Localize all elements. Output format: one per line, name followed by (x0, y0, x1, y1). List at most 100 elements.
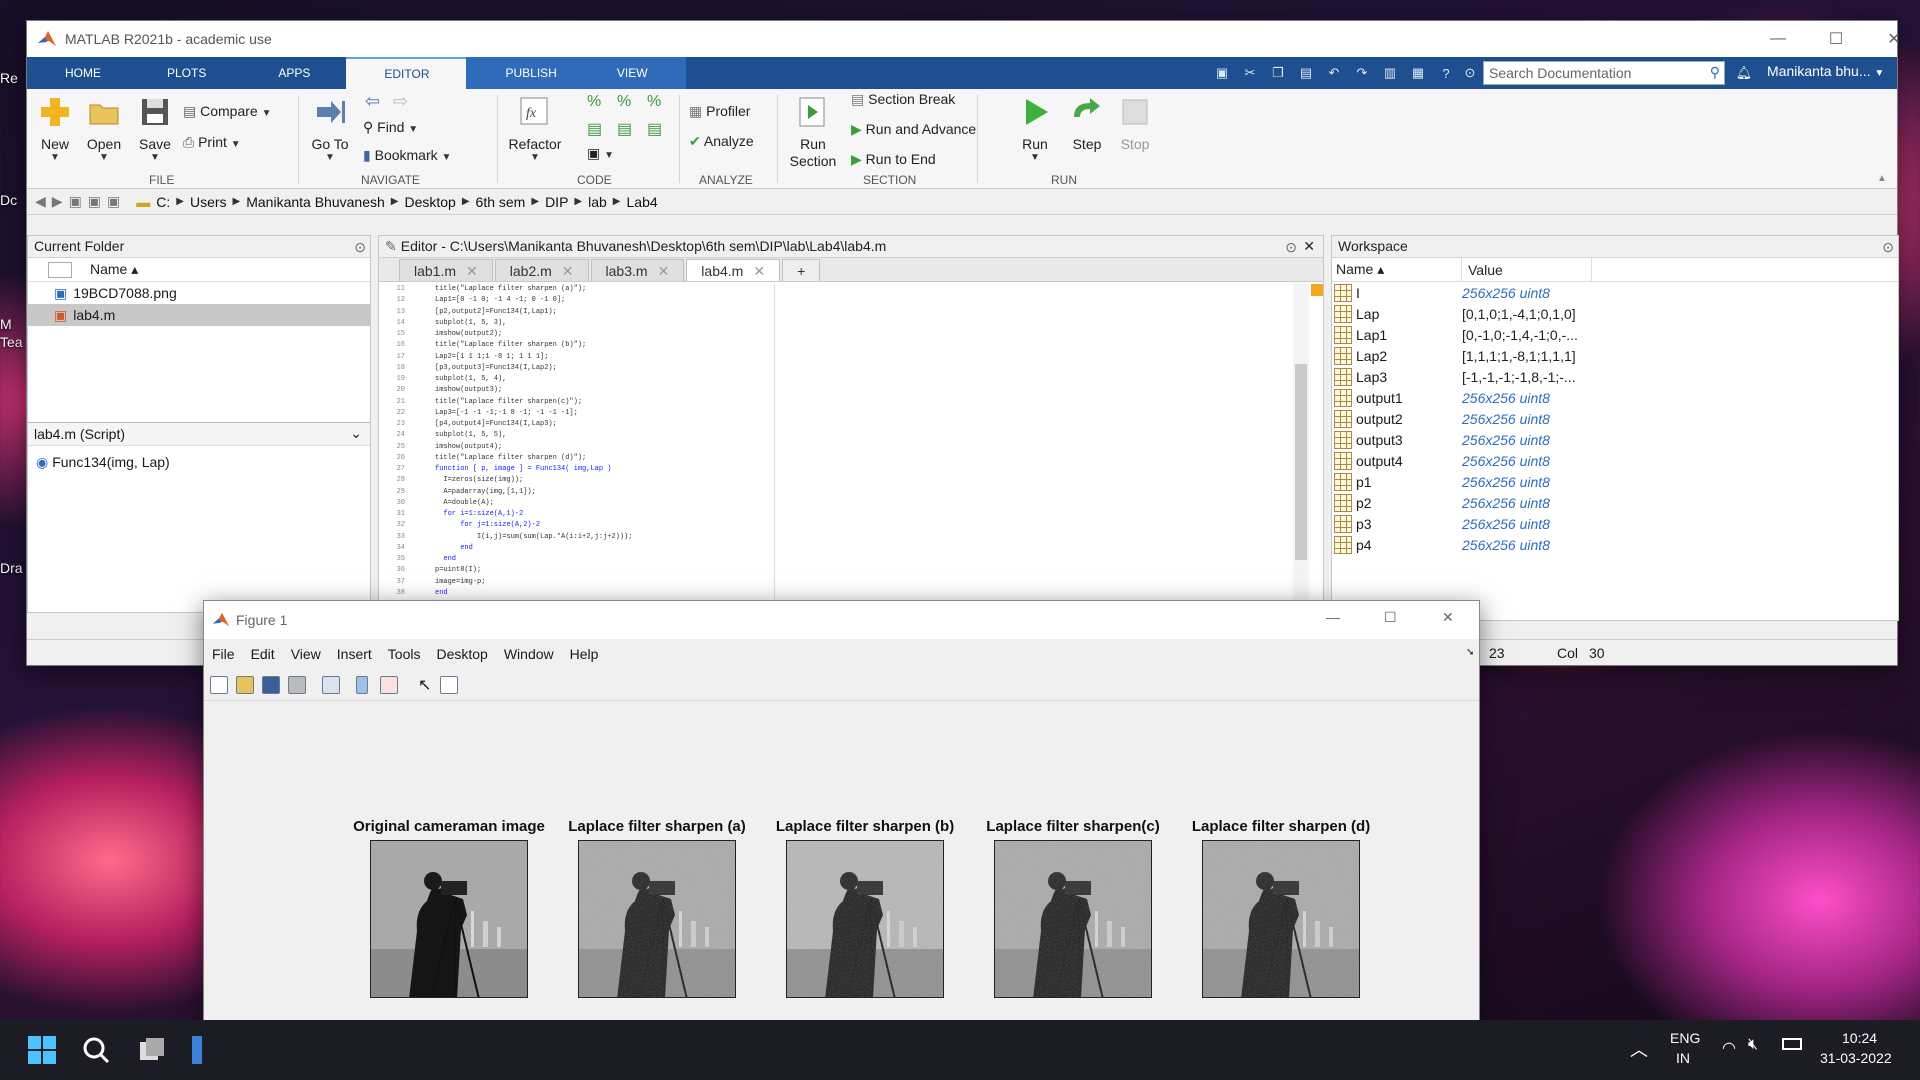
copy-icon[interactable]: ❐ (1267, 62, 1289, 84)
table-row[interactable]: p3 256x256 uint8 (1332, 513, 1898, 534)
code-line[interactable]: imshow(output2); (435, 329, 502, 340)
run-and-advance-button[interactable]: ▶ Run and Advance (851, 121, 976, 138)
run-to-end-button[interactable]: ▶ Run to End (851, 151, 936, 168)
insert-function-icon[interactable]: ▣ ▼ (587, 145, 614, 162)
close-icon[interactable]: ✕ (1303, 238, 1315, 255)
cameraman-image[interactable] (370, 840, 528, 998)
desktop-icon-label[interactable]: M (0, 316, 26, 332)
forward-icon[interactable]: ▶ (52, 193, 63, 210)
list-item-selected[interactable]: ▣ lab4.m (28, 304, 370, 326)
decrease-indent-icon[interactable]: ▤ (617, 119, 632, 139)
save-figure-icon[interactable] (262, 676, 280, 694)
code-line[interactable]: subplot(1, 5, 5), (435, 430, 506, 441)
minimize-button[interactable]: — (1749, 21, 1807, 57)
code-line[interactable]: Lap1=[0 -1 0; -1 4 -1; 0 -1 0]; (435, 295, 565, 306)
line-number[interactable]: 22 (379, 408, 405, 419)
tab-apps[interactable]: APPS (242, 57, 346, 89)
warning-indicator-icon[interactable] (1311, 284, 1323, 296)
menu-insert[interactable]: Insert (337, 646, 372, 662)
profiler-button[interactable]: ▦ Profiler (689, 103, 750, 120)
back-arrow-icon[interactable]: ⇦ (365, 91, 380, 112)
cameraman-image[interactable] (578, 840, 736, 998)
menu-desktop[interactable]: Desktop (436, 646, 487, 662)
insert-colorbar-icon[interactable] (356, 676, 368, 694)
language-region[interactable]: IN (1676, 1050, 1690, 1066)
code-line[interactable]: function [ p, image ] = Func134( img,Lap… (435, 464, 611, 475)
code-line[interactable]: subplot(1, 5, 3), (435, 318, 506, 329)
code-line[interactable]: title("Laplace filter sharpen (d)"); (435, 453, 586, 464)
menu-help[interactable]: Help (570, 646, 599, 662)
options-icon[interactable]: ⊙ (1459, 62, 1481, 84)
tab-plots[interactable]: PLOTS (131, 57, 242, 89)
switch-windows-icon[interactable]: ▥ (1379, 62, 1401, 84)
crumb[interactable]: 6th sem (476, 194, 526, 210)
line-number[interactable]: 18 (379, 363, 405, 374)
menu-edit[interactable]: Edit (251, 646, 275, 662)
code-line[interactable]: p=uint8(I); (435, 565, 481, 576)
refactor-button[interactable]: fx Refactor ▼ (503, 95, 567, 163)
close-icon[interactable]: ✕ (466, 263, 478, 281)
menu-tools[interactable]: Tools (388, 646, 421, 662)
maximize-button[interactable]: ☐ (1384, 609, 1397, 626)
line-number[interactable]: 16 (379, 340, 405, 351)
edit-plot-pointer-icon[interactable]: ↖ (418, 675, 431, 695)
open-button[interactable]: Open ▼ (81, 95, 127, 163)
table-row[interactable]: output4 256x256 uint8 (1332, 450, 1898, 471)
table-row[interactable]: Lap1 [0,-1,0;-1,4,-1;0,-... (1332, 324, 1898, 345)
editor-tab[interactable]: lab2.m ✕ (494, 259, 589, 281)
app-icon[interactable] (192, 1034, 202, 1066)
compare-button[interactable]: ▤ Compare ▼ (183, 103, 272, 120)
name-column[interactable]: Name ▴ (90, 261, 138, 278)
close-button[interactable]: ✕ (1442, 609, 1454, 626)
code-line[interactable]: subplot(1, 5, 4), (435, 374, 506, 385)
analyze-button[interactable]: ✔ Analyze (689, 133, 754, 150)
editor-tab[interactable]: lab1.m ✕ (399, 259, 493, 281)
desktop-icon-label[interactable]: Re (0, 70, 26, 86)
crumb[interactable]: Lab4 (627, 194, 658, 210)
help-icon[interactable]: ? (1435, 62, 1457, 84)
shortcuts-icon[interactable]: ▦ (1407, 62, 1429, 84)
cameraman-image[interactable] (1202, 840, 1360, 998)
section-break-button[interactable]: ▤ Section Break (851, 91, 955, 108)
chevron-up-icon[interactable]: ︿ (1630, 1036, 1648, 1062)
table-row[interactable]: I 256x256 uint8 (1332, 282, 1898, 303)
cameraman-image[interactable] (786, 840, 944, 998)
user-account-menu[interactable]: Manikanta bhu... ▼ (1767, 63, 1884, 79)
table-row[interactable]: Lap2 [1,1,1;1,-8,1;1,1,1] (1332, 345, 1898, 366)
crumb[interactable]: DIP (545, 194, 568, 210)
table-row[interactable]: p2 256x256 uint8 (1332, 492, 1898, 513)
table-row[interactable]: output2 256x256 uint8 (1332, 408, 1898, 429)
code-line[interactable]: for i=1:size(A,1)-2 (435, 509, 523, 520)
open-file-icon[interactable] (236, 676, 254, 694)
code-area[interactable]: 11 title("Laplace filter sharpen (a)"); 12… (379, 284, 1293, 620)
table-row[interactable]: output1 256x256 uint8 (1332, 387, 1898, 408)
line-number[interactable]: 34 (379, 543, 405, 554)
new-figure-icon[interactable] (210, 676, 228, 694)
code-line[interactable]: A=double(A); (435, 498, 493, 509)
code-line[interactable]: title("Laplace filter sharpen(c)"); (435, 397, 582, 408)
dock-icon[interactable]: ➘ (1466, 647, 1474, 658)
tab-home[interactable]: HOME (27, 57, 131, 89)
comment-percent-icon[interactable]: % (587, 93, 601, 111)
close-icon[interactable]: ✕ (753, 263, 765, 281)
editor-scrollbar[interactable] (1293, 284, 1309, 620)
panel-actions-icon[interactable]: ⊙ (354, 239, 366, 256)
line-number[interactable]: 30 (379, 498, 405, 509)
uncomment-icon[interactable]: % (617, 93, 631, 111)
speaker-muted-icon[interactable]: 🔇︎ (1748, 1036, 1758, 1054)
language-primary[interactable]: ENG (1670, 1030, 1700, 1046)
crumb[interactable]: C: (156, 194, 170, 210)
close-icon[interactable]: ✕ (658, 263, 670, 281)
line-number[interactable]: 28 (379, 475, 405, 486)
function-list-item[interactable]: ◉ Func134(img, Lap) (36, 454, 170, 471)
battery-icon[interactable] (1782, 1038, 1802, 1050)
desktop-icon-label[interactable]: Dc (0, 192, 26, 208)
stop-button[interactable]: Stop (1113, 95, 1157, 152)
table-row[interactable]: Lap3 [-1,-1,-1;-1,8,-1;-... (1332, 366, 1898, 387)
line-number[interactable]: 23 (379, 419, 405, 430)
smart-indent-icon[interactable]: ▤ (587, 119, 602, 139)
new-button[interactable]: New ▼ (35, 95, 75, 163)
task-view-icon[interactable] (136, 1034, 168, 1066)
line-number[interactable]: 31 (379, 509, 405, 520)
save-icon[interactable]: ▣ (1211, 62, 1233, 84)
